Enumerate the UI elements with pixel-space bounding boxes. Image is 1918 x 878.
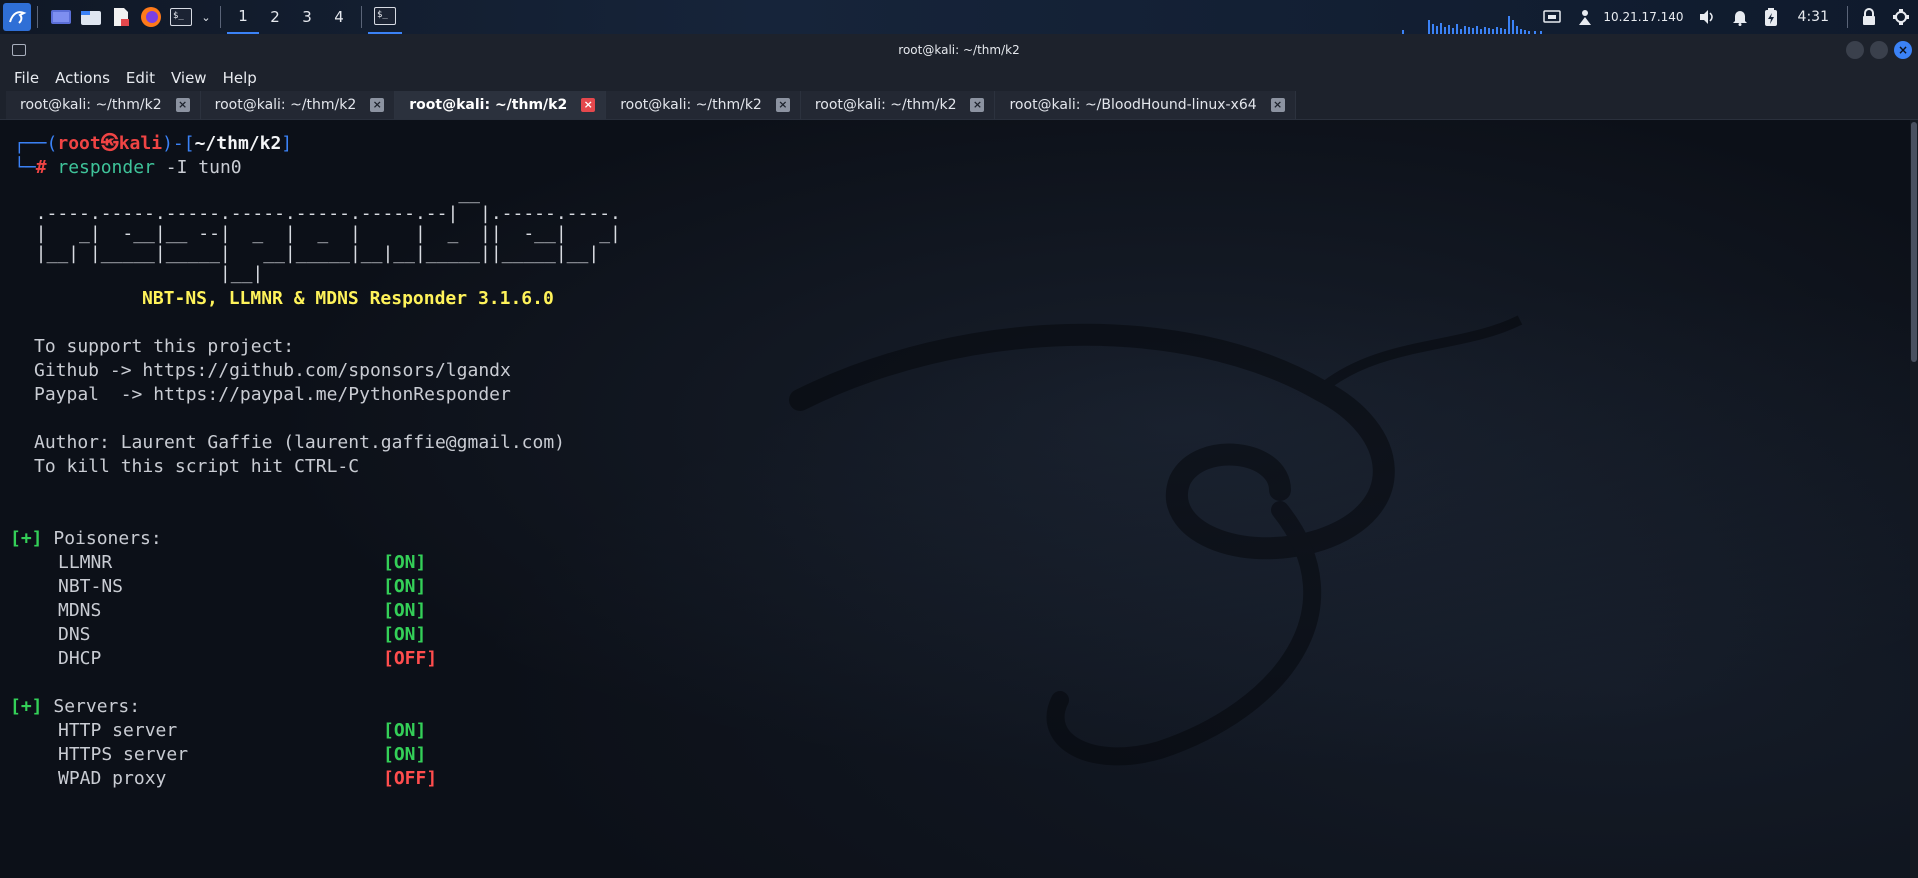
volume-icon[interactable]: [1690, 0, 1724, 34]
screen-icon[interactable]: [1535, 0, 1569, 34]
poisoner-name: LLMNR: [58, 552, 113, 573]
poisoner-name: DNS: [58, 624, 91, 645]
status-off: [OFF]: [383, 768, 438, 789]
text-editor-icon[interactable]: [108, 4, 134, 30]
desktop-icon[interactable]: [48, 4, 74, 30]
terminal-tab[interactable]: root@kali: ~/thm/k2 ×: [6, 91, 201, 119]
status-on: [ON]: [383, 600, 427, 621]
servers-header: [+] Servers:: [10, 696, 141, 717]
status-on: [ON]: [383, 744, 427, 765]
firefox-icon[interactable]: [138, 4, 164, 30]
menu-actions[interactable]: Actions: [47, 69, 118, 87]
network-icon[interactable]: [1569, 0, 1601, 34]
responder-ascii-logo: __ .----.-----.-----.-----.-----.-----.-…: [35, 183, 621, 284]
clock[interactable]: 4:31: [1786, 0, 1841, 34]
workspace-3[interactable]: 3: [291, 0, 323, 34]
tab-label: root@kali: ~/thm/k2: [620, 97, 762, 113]
status-on: [ON]: [383, 720, 427, 741]
bell-icon[interactable]: [1724, 0, 1756, 34]
maximize-button[interactable]: [1870, 41, 1888, 59]
prompt-at: ㉿: [100, 133, 119, 154]
status-on: [ON]: [383, 624, 427, 645]
minimize-button[interactable]: [1846, 41, 1864, 59]
prompt-host: kali: [118, 133, 163, 154]
command-name: responder: [57, 157, 155, 178]
tab-label: root@kali: ~/BloodHound-linux-x64: [1009, 97, 1257, 113]
power-icon[interactable]: [1884, 0, 1918, 34]
panel-separator: [361, 6, 362, 28]
menu-file[interactable]: File: [6, 69, 47, 87]
tab-label: root@kali: ~/thm/k2: [214, 97, 357, 113]
window-title: root@kali: ~/thm/k2: [898, 43, 1020, 57]
scrollbar-thumb[interactable]: [1911, 122, 1917, 362]
terminal-tab[interactable]: root@kali: ~/thm/k2 ×: [200, 91, 396, 119]
status-off: [OFF]: [383, 648, 438, 669]
workspace-2[interactable]: 2: [259, 0, 291, 34]
menu-help[interactable]: Help: [215, 69, 265, 87]
close-tab-icon[interactable]: ×: [970, 98, 985, 112]
poisoner-name: DHCP: [58, 648, 102, 669]
dropdown-icon[interactable]: ⌄: [198, 4, 214, 30]
panel-separator: [37, 6, 38, 28]
prompt-path: ~/thm/k2: [194, 133, 282, 154]
menu-edit[interactable]: Edit: [118, 69, 163, 87]
terminal-tab[interactable]: root@kali: ~/BloodHound-linux-x64 ×: [995, 91, 1296, 119]
prompt-user: root: [57, 133, 101, 154]
top-panel: $_ ⌄ 1 2 3 4 $_ 10.21.17.140 4:31: [0, 0, 1918, 34]
terminal-window: root@kali: ~/thm/k2 × File Actions Edit …: [0, 34, 1918, 878]
tab-bar: root@kali: ~/thm/k2 × root@kali: ~/thm/k…: [0, 90, 1918, 120]
prompt-line-1: ┌──(root㉿kali)-[~/thm/k2]: [14, 133, 293, 154]
menu-view[interactable]: View: [163, 69, 215, 87]
close-icon: ×: [1897, 43, 1909, 57]
poisoners-header: [+] Poisoners:: [10, 528, 162, 549]
lock-icon[interactable]: [1854, 0, 1884, 34]
status-on: [ON]: [383, 576, 427, 597]
terminal-icon[interactable]: $_: [168, 4, 194, 30]
kali-menu-icon[interactable]: [3, 3, 31, 31]
close-tab-icon[interactable]: ×: [370, 98, 385, 112]
ip-address: 10.21.17.140: [1603, 10, 1684, 24]
author-text: Author: Laurent Gaffie (laurent.gaffie@g…: [34, 432, 566, 453]
server-name: HTTPS server: [58, 744, 189, 765]
workspace-4[interactable]: 4: [323, 0, 355, 34]
poisoner-name: MDNS: [58, 600, 102, 621]
battery-icon[interactable]: [1756, 0, 1786, 34]
terminal-output[interactable]: ┌──(root㉿kali)-[~/thm/k2] └─# responder …: [0, 120, 1910, 878]
close-tab-icon[interactable]: ×: [1270, 98, 1285, 112]
terminal-tab[interactable]: root@kali: ~/thm/k2 ×: [800, 91, 996, 119]
menu-bar: File Actions Edit View Help: [0, 66, 1918, 90]
workspace-1[interactable]: 1: [227, 0, 259, 34]
window-titlebar[interactable]: root@kali: ~/thm/k2 ×: [0, 34, 1918, 66]
tab-label: root@kali: ~/thm/k2: [814, 97, 957, 113]
terminal-tab-active[interactable]: root@kali: ~/thm/k2 ×: [395, 91, 607, 119]
prompt-line-2: └─# responder -I tun0: [14, 157, 242, 178]
scrollbar[interactable]: [1910, 120, 1918, 878]
github-link: Github -> https://github.com/sponsors/lg…: [34, 360, 511, 381]
close-button[interactable]: ×: [1894, 41, 1912, 59]
paypal-link: Paypal -> https://paypal.me/PythonRespon…: [34, 384, 511, 405]
command-args: -I tun0: [165, 157, 242, 178]
close-tab-icon[interactable]: ×: [581, 98, 596, 112]
close-tab-icon[interactable]: ×: [175, 98, 190, 112]
terminal-icon: $_: [374, 7, 396, 25]
file-manager-icon[interactable]: [78, 4, 104, 30]
support-text: To support this project:: [34, 336, 295, 357]
server-name: HTTP server: [58, 720, 178, 741]
panel-separator: [1847, 6, 1848, 28]
tab-label: root@kali: ~/thm/k2: [409, 97, 568, 113]
network-graph: [1402, 16, 1542, 34]
status-on: [ON]: [383, 552, 427, 573]
system-tray: 10.21.17.140 4:31: [1535, 0, 1918, 34]
banner-title: NBT-NS, LLMNR & MDNS Responder 3.1.6.0: [142, 288, 554, 309]
panel-separator: [220, 6, 221, 28]
terminal-tab[interactable]: root@kali: ~/thm/k2 ×: [606, 91, 801, 119]
close-tab-icon[interactable]: ×: [775, 98, 790, 112]
server-name: WPAD proxy: [58, 768, 167, 789]
taskbar-terminal-window[interactable]: $_: [368, 0, 402, 34]
kill-hint: To kill this script hit CTRL-C: [34, 456, 360, 477]
poisoner-name: NBT-NS: [58, 576, 124, 597]
kali-dragon-wallpaper: [789, 315, 1523, 766]
tab-label: root@kali: ~/thm/k2: [20, 97, 162, 113]
